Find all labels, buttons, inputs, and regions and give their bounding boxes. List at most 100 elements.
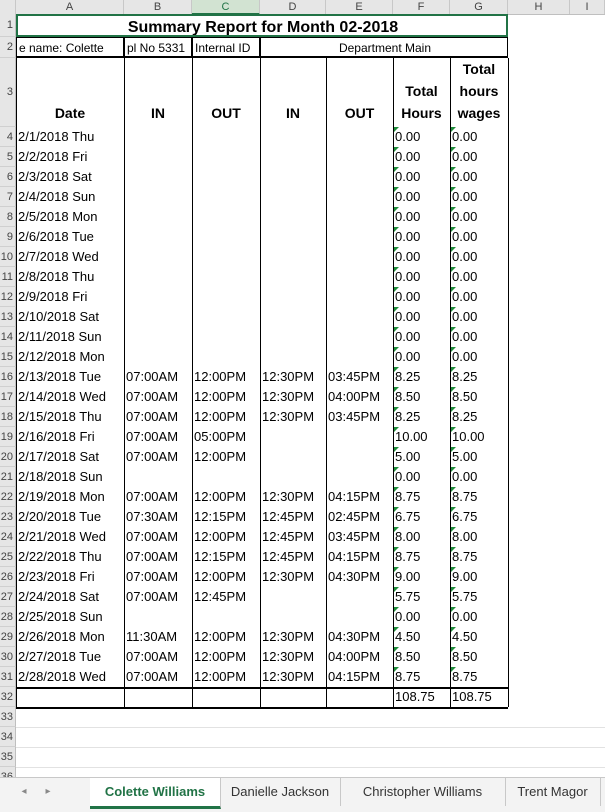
row-header-18[interactable]: 18 <box>0 407 16 427</box>
cell-in1[interactable] <box>124 307 192 327</box>
cell-out1[interactable]: 12:45PM <box>192 587 260 607</box>
cell-in2[interactable]: 12:30PM <box>260 487 326 507</box>
cell-in2[interactable]: 12:30PM <box>260 567 326 587</box>
cell-hours[interactable]: 0.00 <box>393 607 450 627</box>
cell-in1[interactable]: 07:00AM <box>124 387 192 407</box>
cell-hours[interactable]: 0.00 <box>393 327 450 347</box>
row-header-14[interactable]: 14 <box>0 327 16 347</box>
cell-hours[interactable]: 0.00 <box>393 207 450 227</box>
cell-in1[interactable]: 07:00AM <box>124 567 192 587</box>
cell-in1[interactable] <box>124 327 192 347</box>
cell-in2[interactable]: 12:30PM <box>260 367 326 387</box>
cell-out1[interactable] <box>192 327 260 347</box>
cell-out1[interactable]: 12:00PM <box>192 367 260 387</box>
row-header-19[interactable]: 19 <box>0 427 16 447</box>
cell-hours[interactable]: 0.00 <box>393 167 450 187</box>
cell-date[interactable]: 2/24/2018 Sat <box>16 587 124 607</box>
cell-in2[interactable] <box>260 447 326 467</box>
cell-wages[interactable]: 8.75 <box>450 487 508 507</box>
cell-hours[interactable]: 8.50 <box>393 387 450 407</box>
column-header-i[interactable]: I <box>570 0 605 14</box>
cell-out1[interactable] <box>192 127 260 147</box>
cell-wages[interactable]: 6.75 <box>450 507 508 527</box>
cell-hours[interactable]: 10.00 <box>393 427 450 447</box>
column-header-d[interactable]: D <box>260 0 326 14</box>
next-sheet-icon[interactable]: ▸ <box>40 778 56 806</box>
cell-out1[interactable]: 12:15PM <box>192 507 260 527</box>
row-header-16[interactable]: 16 <box>0 367 16 387</box>
cell-wages[interactable]: 8.25 <box>450 367 508 387</box>
cell-wages[interactable]: 0.00 <box>450 167 508 187</box>
cell-in2[interactable] <box>260 227 326 247</box>
cell-in2[interactable]: 12:30PM <box>260 647 326 667</box>
sheet-tab[interactable]: Colette Williams <box>90 778 221 809</box>
cell-in1[interactable] <box>124 127 192 147</box>
sheet-tab[interactable]: Christopher Williams <box>340 778 506 806</box>
cell-out2[interactable]: 04:30PM <box>326 567 393 587</box>
row-header-1[interactable]: 1 <box>0 14 16 37</box>
cell-in2[interactable]: 12:45PM <box>260 547 326 567</box>
cell-wages[interactable]: 0.00 <box>450 247 508 267</box>
cell-in1[interactable] <box>124 147 192 167</box>
sheet-tab[interactable]: Danielle Jackson <box>220 778 341 806</box>
cell-date[interactable]: 2/12/2018 Mon <box>16 347 124 367</box>
cell-in2[interactable] <box>260 587 326 607</box>
cell-out1[interactable]: 12:00PM <box>192 567 260 587</box>
cell-in1[interactable] <box>124 347 192 367</box>
cell-out1[interactable]: 12:00PM <box>192 487 260 507</box>
row-header-17[interactable]: 17 <box>0 387 16 407</box>
cell-in2[interactable] <box>260 607 326 627</box>
cell-out2[interactable] <box>326 427 393 447</box>
cell-wages[interactable]: 8.50 <box>450 387 508 407</box>
cell-in2[interactable] <box>260 467 326 487</box>
cell-wages[interactable]: 0.00 <box>450 307 508 327</box>
cell-out1[interactable] <box>192 267 260 287</box>
cell-out1[interactable] <box>192 167 260 187</box>
cell-in2[interactable] <box>260 307 326 327</box>
cell-out2[interactable] <box>326 267 393 287</box>
cell-wages[interactable]: 0.00 <box>450 207 508 227</box>
row-header-29[interactable]: 29 <box>0 627 16 647</box>
cell-out2[interactable]: 04:15PM <box>326 487 393 507</box>
cell-out2[interactable] <box>326 587 393 607</box>
cell-wages[interactable]: 9.00 <box>450 567 508 587</box>
cell-in1[interactable] <box>124 187 192 207</box>
row-header-23[interactable]: 23 <box>0 507 16 527</box>
cell-date[interactable]: 2/26/2018 Mon <box>16 627 124 647</box>
row-header-12[interactable]: 12 <box>0 287 16 307</box>
cell-date[interactable]: 2/5/2018 Mon <box>16 207 124 227</box>
cell-out2[interactable] <box>326 287 393 307</box>
row-header-3[interactable]: 3 <box>0 58 16 127</box>
cell-hours[interactable]: 5.00 <box>393 447 450 467</box>
cell-out2[interactable] <box>326 167 393 187</box>
row-header-34[interactable]: 34 <box>0 727 16 747</box>
cell-wages[interactable]: 0.00 <box>450 327 508 347</box>
cell-in2[interactable] <box>260 187 326 207</box>
cell-wages[interactable]: 0.00 <box>450 287 508 307</box>
cell-out2[interactable] <box>326 307 393 327</box>
row-header-30[interactable]: 30 <box>0 647 16 667</box>
cell-in1[interactable]: 07:00AM <box>124 587 192 607</box>
cell-date[interactable]: 2/18/2018 Sun <box>16 467 124 487</box>
cell-out1[interactable] <box>192 287 260 307</box>
cell-date[interactable]: 2/13/2018 Tue <box>16 367 124 387</box>
cell-hours[interactable]: 8.25 <box>393 407 450 427</box>
cell-wages[interactable]: 5.00 <box>450 447 508 467</box>
cell-hours[interactable]: 8.75 <box>393 547 450 567</box>
cell-out1[interactable]: 05:00PM <box>192 427 260 447</box>
cell-out1[interactable] <box>192 227 260 247</box>
cell-in2[interactable] <box>260 267 326 287</box>
prev-sheet-icon[interactable]: ◂ <box>16 778 32 806</box>
cell-in1[interactable]: 07:00AM <box>124 367 192 387</box>
cell-out1[interactable] <box>192 607 260 627</box>
cell-out2[interactable]: 04:00PM <box>326 647 393 667</box>
cell-hours[interactable]: 8.00 <box>393 527 450 547</box>
cell-wages[interactable]: 4.50 <box>450 627 508 647</box>
cell-out2[interactable]: 03:45PM <box>326 407 393 427</box>
cell-in2[interactable] <box>260 427 326 447</box>
cell-out2[interactable] <box>326 127 393 147</box>
row-header-7[interactable]: 7 <box>0 187 16 207</box>
cell-hours[interactable]: 0.00 <box>393 147 450 167</box>
cell-in1[interactable]: 07:30AM <box>124 507 192 527</box>
cell-hours[interactable]: 0.00 <box>393 247 450 267</box>
